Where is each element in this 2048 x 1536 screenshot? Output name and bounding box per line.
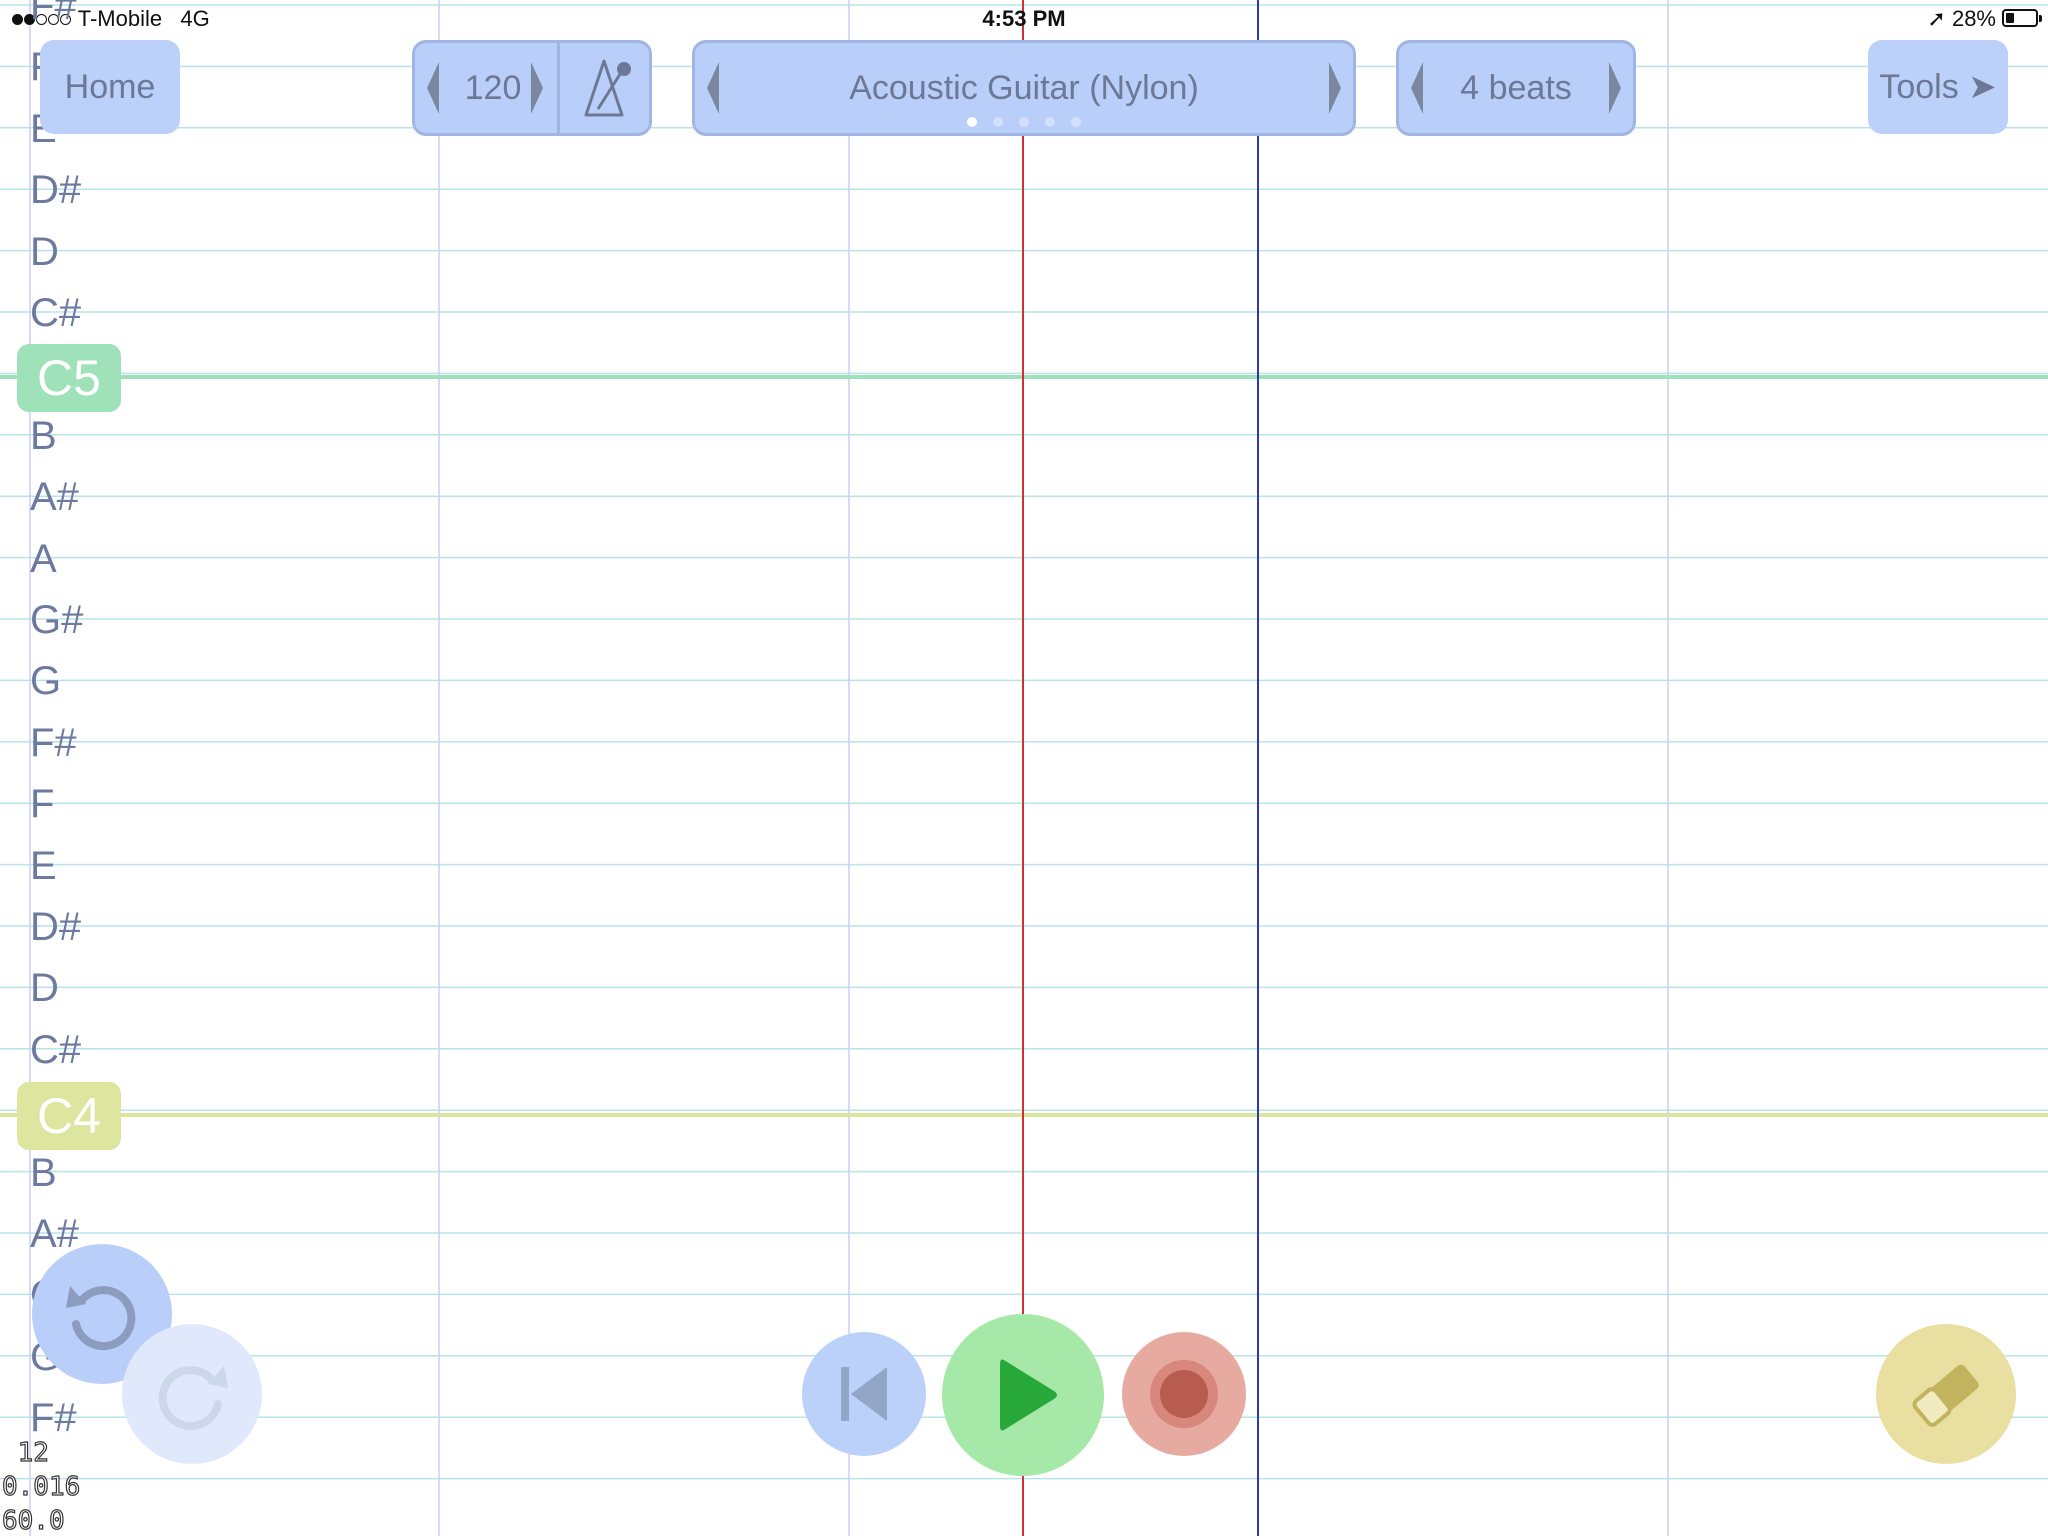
note-label: F# [30, 0, 77, 28]
note-label: G# [30, 598, 84, 642]
home-button[interactable]: Home [40, 40, 180, 134]
location-arrow-icon: ➚ [1927, 6, 1946, 31]
redo-icon [158, 1366, 228, 1431]
note-label: F# [30, 720, 77, 765]
instrument-label: Acoustic Guitar (Nylon) [849, 68, 1199, 107]
note-label: C# [30, 1027, 82, 1072]
note-label: F# [30, 1396, 77, 1441]
page-dot [1045, 117, 1055, 127]
status-battery: ➚ 28% [1927, 6, 1996, 32]
page-dot [993, 117, 1003, 127]
redo-button[interactable] [122, 1324, 262, 1464]
tempo-decrease-icon[interactable] [427, 62, 439, 114]
octave-badge-c5: C5 [17, 344, 121, 412]
note-label: B [30, 413, 57, 458]
beats-increase-icon[interactable] [1609, 62, 1621, 114]
note-label: C# [30, 291, 82, 335]
note-label: F [30, 782, 55, 827]
instrument-selector[interactable]: Acoustic Guitar (Nylon) [692, 40, 1356, 136]
battery-icon [2002, 9, 2042, 27]
record-button[interactable] [1122, 1332, 1246, 1456]
note-label: G [30, 659, 62, 704]
tempo-value: 120 [464, 68, 522, 107]
record-icon [1150, 1360, 1218, 1428]
note-grid[interactable] [0, 0, 2048, 1536]
page-dot [1019, 117, 1029, 127]
rewind-button[interactable] [802, 1332, 926, 1456]
battery-percent: 28% [1951, 6, 1996, 31]
play-icon [1000, 1359, 1057, 1431]
octave-badge-c4: C4 [17, 1082, 121, 1150]
eraser-button[interactable] [1876, 1324, 2016, 1464]
note-label: E [30, 843, 57, 888]
status-time: 4:53 PM [982, 6, 1066, 31]
note-label: D [30, 966, 59, 1011]
eraser-icon [1912, 1364, 1979, 1427]
instrument-prev-icon[interactable] [707, 62, 719, 114]
note-label: D# [30, 168, 82, 213]
page-dot [1071, 117, 1081, 127]
note-label: B [30, 1150, 57, 1195]
metronome-button[interactable] [560, 43, 649, 133]
tools-button[interactable]: Tools ➤ [1868, 40, 2008, 134]
tools-label: Tools ➤ [1879, 68, 1997, 106]
tempo-control: 120 [412, 40, 652, 136]
play-button[interactable] [942, 1314, 1104, 1476]
skip-back-icon [841, 1367, 887, 1421]
instrument-page-indicator [695, 117, 1353, 127]
beats-label: 4 beats [1460, 68, 1572, 107]
note-label: D# [30, 905, 82, 949]
metronome-icon [584, 59, 631, 117]
home-label: Home [64, 67, 156, 106]
note-label: A# [30, 475, 79, 520]
note-label: A# [30, 1212, 79, 1256]
tempo-increase-icon[interactable] [531, 62, 543, 114]
note-label: D [30, 229, 59, 274]
beats-decrease-icon[interactable] [1411, 62, 1423, 114]
instrument-next-icon[interactable] [1329, 62, 1341, 114]
debug-readout: 12 0.016 60.0 [1, 1437, 81, 1536]
note-label: A [30, 536, 57, 581]
beats-control: 4 beats [1396, 40, 1636, 136]
page-dot [967, 117, 977, 127]
